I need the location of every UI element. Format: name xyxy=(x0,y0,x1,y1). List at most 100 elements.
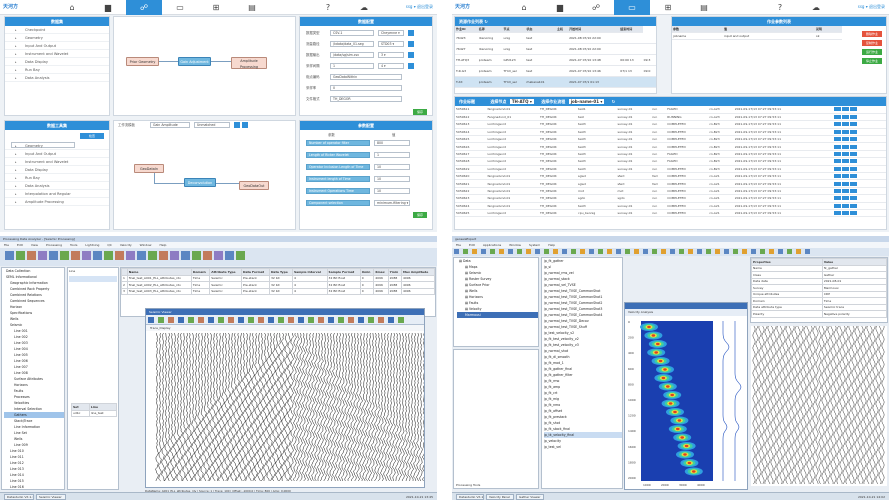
table-row[interactable]: 5059622 fangnadvnd-01 TH_DEGOR mot mot run COM… xyxy=(455,187,886,196)
row-edit-button[interactable] xyxy=(841,211,849,216)
viewer-tool-icon[interactable] xyxy=(348,317,354,323)
ribbon-tool-icon[interactable] xyxy=(5,251,14,260)
ribbon-tool-icon[interactable] xyxy=(181,251,190,260)
toolbar-icon[interactable] xyxy=(463,249,468,254)
refresh-icon[interactable]: ↻ xyxy=(612,99,615,104)
menu-item[interactable]: Processing xyxy=(46,243,62,247)
row-edit-button[interactable] xyxy=(841,152,849,157)
ribbon-tool-icon[interactable] xyxy=(38,251,47,260)
param-input[interactable]: CSV-1 xyxy=(330,30,374,36)
toolbar-icon[interactable] xyxy=(481,249,486,254)
dataset-item[interactable]: Checkpoint xyxy=(5,26,109,34)
toolbar-icon[interactable] xyxy=(526,249,531,254)
toolbar-icon[interactable] xyxy=(697,249,702,254)
row-delete-button[interactable] xyxy=(849,137,857,142)
menu-item[interactable]: View xyxy=(31,243,38,247)
toolbar-icon[interactable] xyxy=(751,249,756,254)
property-row[interactable]: Polarity Negative polarity xyxy=(751,310,887,318)
toolbar-icon[interactable] xyxy=(679,249,684,254)
table-row[interactable]: jobname input and output ok xyxy=(672,32,842,40)
row-delete-button[interactable] xyxy=(849,152,857,157)
row-run-button[interactable] xyxy=(833,144,841,149)
ribbon-tool-icon[interactable] xyxy=(192,251,201,260)
ribbon-tool-icon[interactable] xyxy=(159,251,168,260)
viewer-tool-icon[interactable] xyxy=(358,317,364,323)
tool-item[interactable]: Data Display xyxy=(5,166,109,174)
row-edit-button[interactable] xyxy=(841,107,849,112)
flow-node[interactable]: GeoDataIn xyxy=(134,164,164,173)
row-edit-button[interactable] xyxy=(841,166,849,171)
toolbar-icon[interactable] xyxy=(733,249,738,254)
viewer-tool-icon[interactable] xyxy=(368,317,374,323)
viewer-tool-icon[interactable] xyxy=(218,317,224,323)
tool-item[interactable]: Data Analysis xyxy=(5,182,109,190)
toolbar-icon[interactable] xyxy=(742,249,747,254)
ribbon-tool-icon[interactable] xyxy=(82,251,91,260)
viewer-tool-icon[interactable] xyxy=(178,317,184,323)
toolbar-icon[interactable] xyxy=(688,249,693,254)
toolbar-icon[interactable] xyxy=(706,249,711,254)
viewer-tool-icon[interactable] xyxy=(388,317,394,323)
toolbar-icon[interactable] xyxy=(472,249,477,254)
viewer-tool-icon[interactable] xyxy=(318,317,324,323)
row-delete-button[interactable] xyxy=(849,174,857,179)
viewer-tool-icon[interactable] xyxy=(228,317,234,323)
tool-item[interactable]: Run Bay xyxy=(5,174,109,182)
dataset-item[interactable]: Input And Output xyxy=(5,42,109,50)
row-run-button[interactable] xyxy=(833,166,841,171)
viewer-tool-icon[interactable] xyxy=(198,317,204,323)
toolbar-icon[interactable] xyxy=(454,249,459,254)
toolbar-icon[interactable] xyxy=(661,249,666,254)
row-edit-button[interactable] xyxy=(841,115,849,120)
table-row[interactable]: 5059624 fangnadvnd-01 TH_DEGOR test3 survey-… xyxy=(455,202,886,210)
add-button[interactable] xyxy=(408,52,414,58)
table-row[interactable]: 5059614 Lorihingsvrd TH_DEGOR test3 survey-0… xyxy=(455,128,886,137)
template-select[interactable]: Gain Amplitude xyxy=(150,122,190,128)
viewer-tool-icon[interactable] xyxy=(278,317,284,323)
param-value[interactable]: 800 xyxy=(374,140,410,146)
toolbar-icon[interactable] xyxy=(634,249,639,254)
toolbar-icon[interactable] xyxy=(580,249,585,254)
menu-item[interactable]: File xyxy=(456,243,461,247)
viewer-tool-icon[interactable] xyxy=(398,317,404,323)
dataset-item[interactable]: Geometry xyxy=(5,34,109,42)
nav-cloud-icon[interactable]: ☁ xyxy=(346,0,382,15)
list-item[interactable]: jp_test_vel xyxy=(544,444,622,450)
job-action-button[interactable]: 停止作业 xyxy=(862,58,882,64)
toolbar-icon[interactable] xyxy=(598,249,603,254)
ribbon-tool-icon[interactable] xyxy=(60,251,69,260)
table-row[interactable]: TH-ATQ3 proteam GPU123 test 2021-07 07/10 13… xyxy=(455,54,656,66)
nav-home-icon[interactable]: ⌂ xyxy=(506,0,542,15)
menu-item[interactable]: Window xyxy=(140,243,152,247)
row-run-button[interactable] xyxy=(833,174,841,179)
row-run-button[interactable] xyxy=(833,137,841,142)
nav-help-icon[interactable]: ? xyxy=(762,0,798,15)
toolbar-icon[interactable] xyxy=(670,249,675,254)
option-select[interactable]: Unmatched xyxy=(194,122,230,128)
toolbar-icon[interactable] xyxy=(562,249,567,254)
menu-item[interactable]: Edit xyxy=(469,243,475,247)
table-row[interactable]: 5059615 Lorihingsvrd TH_DEGOR test3 survey-0… xyxy=(455,135,886,144)
flow-select[interactable]: job-name-01 ▾ xyxy=(568,99,605,104)
ribbon-tool-icon[interactable] xyxy=(203,251,212,260)
viewer-tool-icon[interactable] xyxy=(238,317,244,323)
ribbon-tool-icon[interactable] xyxy=(104,251,113,260)
table-row[interactable]: 5059616 Lorihingsvrd TH_DEGOR test3 survey-0… xyxy=(455,142,886,151)
task-button[interactable]: Velocity Panel xyxy=(486,494,514,500)
row-run-button[interactable] xyxy=(833,196,841,201)
toolbar-icon[interactable] xyxy=(607,249,612,254)
toolbar-icon[interactable] xyxy=(517,249,522,254)
toolbar-icon[interactable] xyxy=(724,249,729,254)
param-value[interactable]: 10 xyxy=(374,188,410,194)
tool-item[interactable]: Instrument and Wavelet xyxy=(5,158,109,166)
viewer-tool-icon[interactable] xyxy=(258,317,264,323)
row-run-button[interactable] xyxy=(833,211,841,216)
menu-item[interactable]: Help xyxy=(160,243,167,247)
toolbar-icon[interactable] xyxy=(778,249,783,254)
table-row[interactable]: 5059611 fangnadvnd-01 TH_DEGOR test1 survey-… xyxy=(455,106,886,114)
add-button[interactable] xyxy=(408,30,414,36)
nav-monitor-icon[interactable]: ▭ xyxy=(614,0,650,15)
row-edit-button[interactable] xyxy=(841,122,849,127)
row-delete-button[interactable] xyxy=(849,211,857,216)
dataset-item[interactable]: Instrument and Wavelet xyxy=(5,50,109,58)
